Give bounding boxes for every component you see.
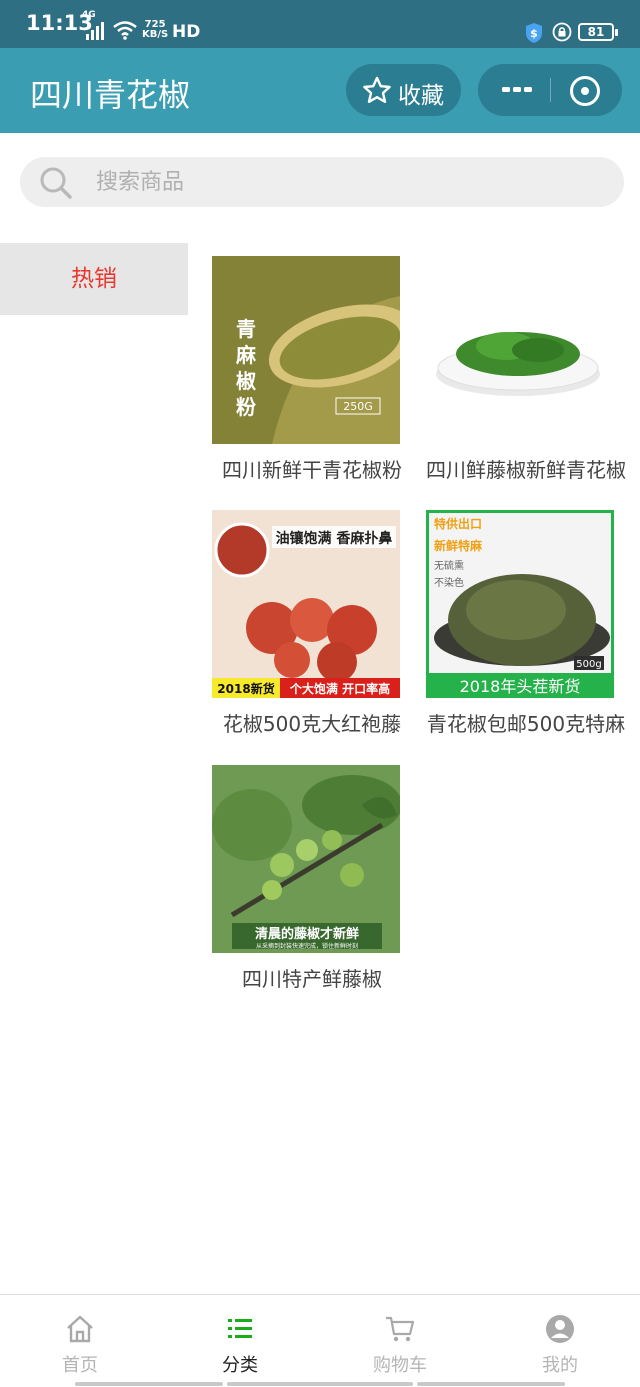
product-image[interactable]: 油镶饱满 香麻扑鼻 2018新货 个大饱满 开口率高 xyxy=(212,510,400,698)
tab-label: 购物车 xyxy=(373,1355,427,1376)
cart-icon xyxy=(386,1316,415,1342)
favorite-label: 收藏 xyxy=(398,83,444,109)
close-circle-icon[interactable] xyxy=(568,74,602,108)
speed-unit: KB/S xyxy=(142,29,169,40)
product-name[interactable]: 青花椒包邮500克特麻 xyxy=(426,708,626,737)
sidebar-item-hot[interactable]: 热销 xyxy=(0,243,188,315)
image-caption-year: 2018新货 xyxy=(217,681,274,696)
image-caption-4: 不染色 xyxy=(434,576,464,589)
miniprogram-capsule xyxy=(478,64,622,116)
product-image[interactable]: 清晨的藤椒才新鲜 从采摘到封装快速完成，锁住新鲜时刻 xyxy=(212,765,400,953)
tab-category[interactable]: 分类 xyxy=(160,1295,320,1387)
tab-label: 我的 xyxy=(542,1355,578,1376)
hd-indicator: HD xyxy=(172,22,201,42)
image-text-2: 麻 xyxy=(235,343,257,367)
image-caption-3: 无硫熏 xyxy=(434,559,464,572)
home-indicator-segment xyxy=(417,1382,565,1386)
favorite-button[interactable]: 收藏 xyxy=(346,64,461,116)
product-name[interactable]: 四川鲜藤椒新鲜青花椒 xyxy=(426,454,626,483)
image-caption-1: 特供出口 xyxy=(434,516,482,531)
network-type: 4G xyxy=(82,10,96,20)
image-badge: 250G xyxy=(343,400,373,413)
home-indicator-segment xyxy=(227,1382,413,1386)
tab-cart[interactable]: 购物车 xyxy=(320,1295,480,1387)
image-caption-bottom: 2018年头茬新货 xyxy=(460,677,581,696)
image-caption-top: 油镶饱满 香麻扑鼻 xyxy=(276,530,393,547)
search-bar[interactable] xyxy=(20,157,624,207)
home-icon xyxy=(67,1315,93,1343)
svg-text:$: $ xyxy=(530,27,538,40)
status-bar: 11:13 4G 725 KB/S HD $ 81 xyxy=(0,0,640,48)
product-image[interactable]: 特供出口 新鲜特麻 无硫熏 不染色 500g 2018年头茬新货 xyxy=(426,510,614,698)
image-caption: 清晨的藤椒才新鲜 xyxy=(255,926,359,942)
star-icon xyxy=(363,76,391,103)
image-text-4: 粉 xyxy=(236,395,256,419)
signal-icon xyxy=(86,22,104,40)
product-name[interactable]: 四川特产鲜藤椒 xyxy=(212,963,412,992)
shield-icon: $ xyxy=(526,23,542,43)
image-caption-2: 新鲜特麻 xyxy=(434,538,483,553)
page-title: 四川青花椒 xyxy=(30,76,191,114)
user-icon xyxy=(546,1315,574,1343)
product-image[interactable] xyxy=(426,256,614,444)
battery-indicator: 81 xyxy=(578,23,618,41)
search-icon xyxy=(40,167,72,199)
bottom-tab-bar: 首页 分类 购物车 我的 xyxy=(0,1294,640,1387)
more-dots-icon[interactable] xyxy=(492,74,542,106)
wifi-icon xyxy=(113,21,137,40)
lock-icon xyxy=(552,22,572,42)
category-sidebar: 热销 xyxy=(0,243,188,315)
tab-label: 首页 xyxy=(62,1355,98,1376)
tab-mine[interactable]: 我的 xyxy=(480,1295,640,1387)
product-image[interactable]: 青 麻 椒 粉 250G xyxy=(212,256,400,444)
image-badge: 500g xyxy=(576,659,601,670)
image-caption-bottom: 个大饱满 开口率高 xyxy=(289,681,390,696)
list-icon xyxy=(228,1319,252,1338)
image-text-1: 青 xyxy=(236,317,256,341)
page-header: 四川青花椒 收藏 xyxy=(0,48,640,133)
tab-home[interactable]: 首页 xyxy=(0,1295,160,1387)
home-indicator-segment xyxy=(75,1382,223,1386)
tab-label: 分类 xyxy=(222,1355,258,1376)
search-input[interactable] xyxy=(96,166,596,198)
image-subcaption: 从采摘到封装快速完成，锁住新鲜时刻 xyxy=(256,942,358,950)
image-text-3: 椒 xyxy=(236,369,256,393)
network-speed: 725 KB/S xyxy=(142,20,168,40)
product-name[interactable]: 花椒500克大红袍藤 xyxy=(212,708,412,737)
product-name[interactable]: 四川新鲜干青花椒粉 xyxy=(212,454,412,483)
capsule-divider xyxy=(550,78,551,102)
